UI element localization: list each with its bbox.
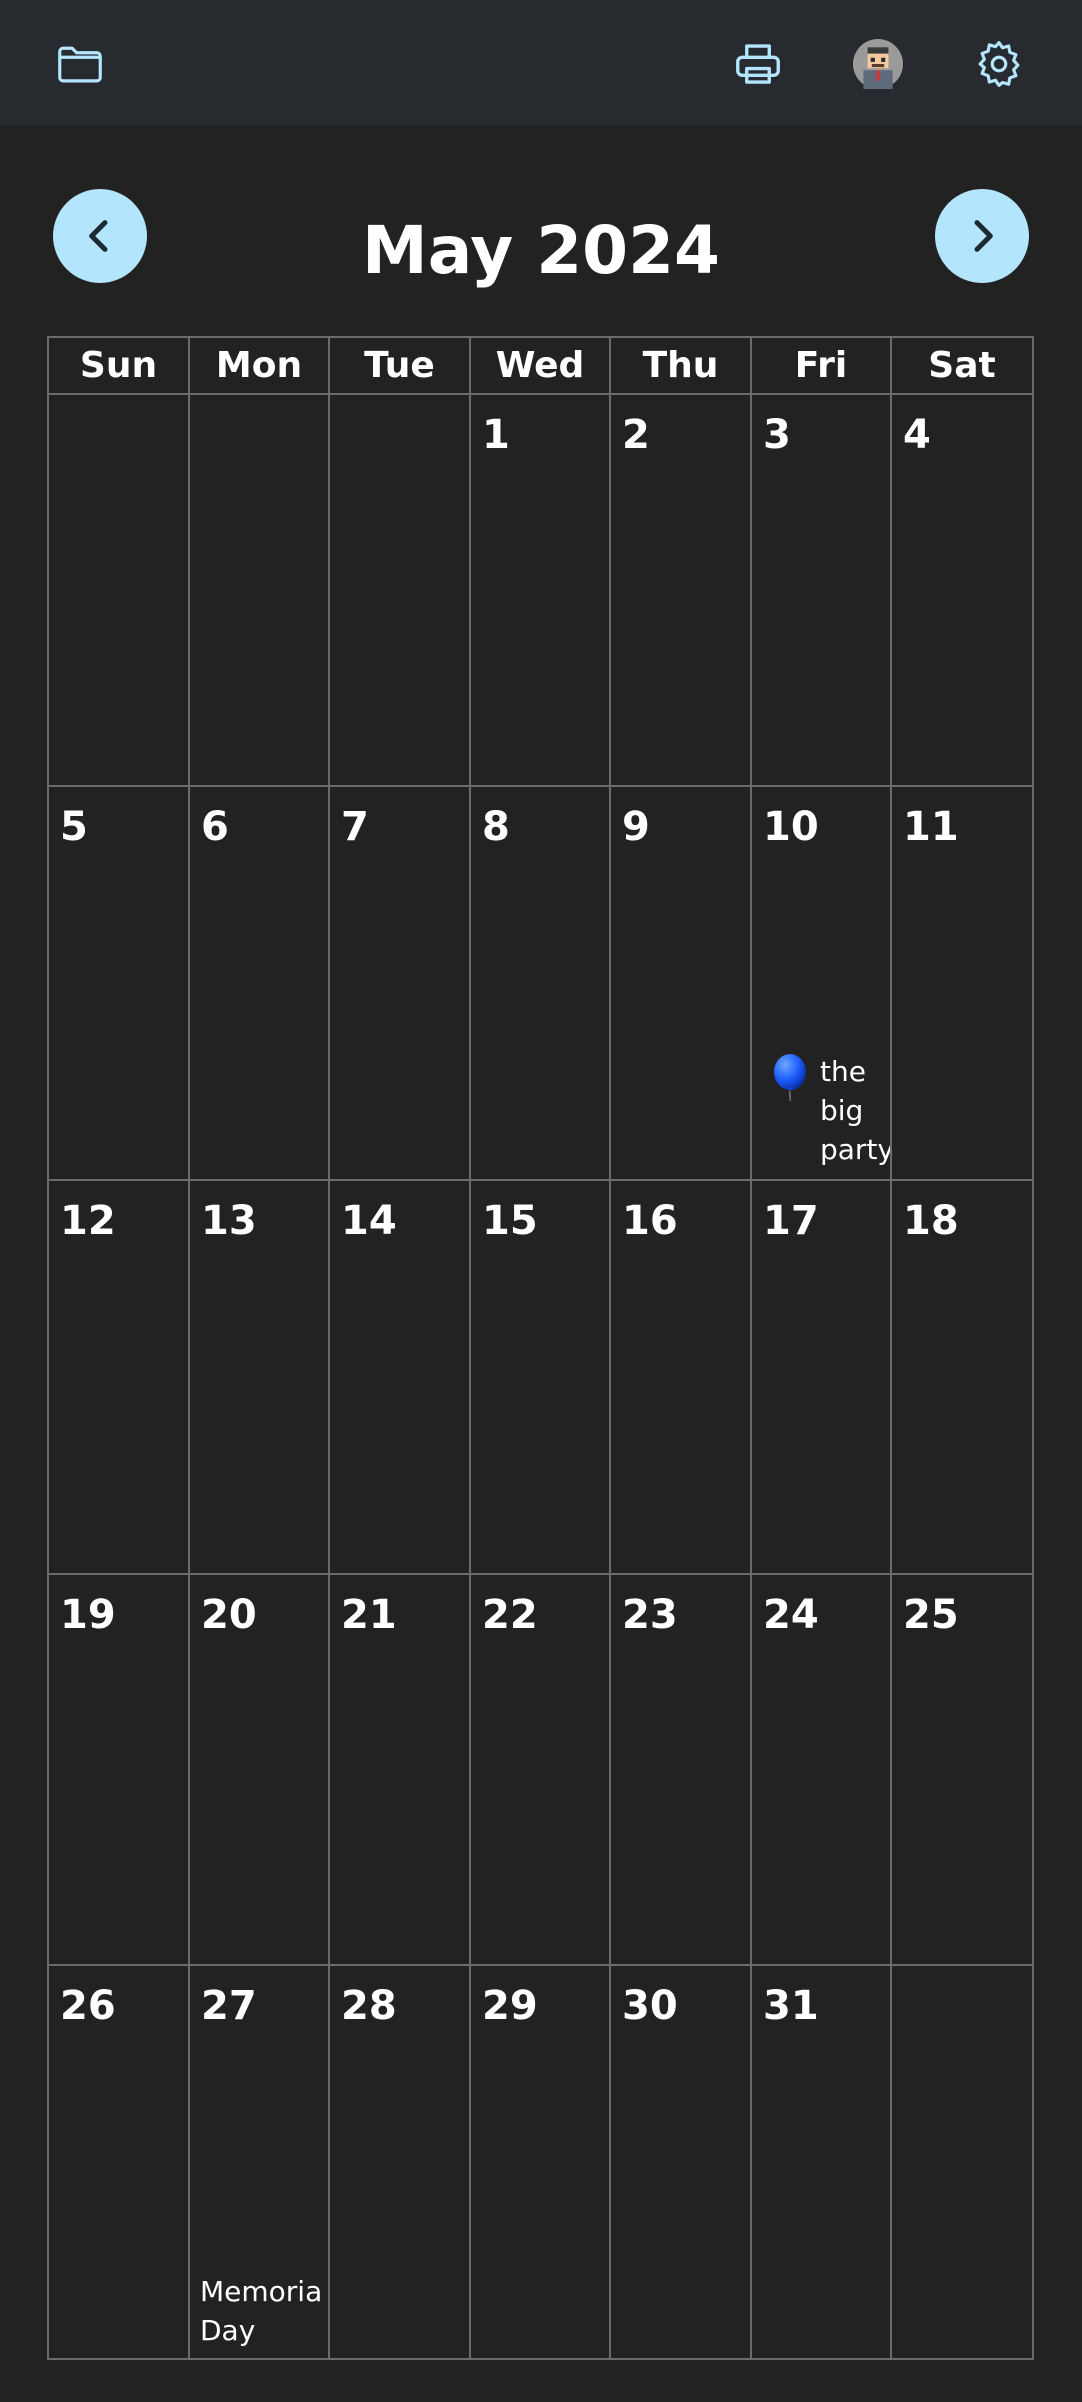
day-cell-11[interactable]: 11: [892, 787, 1032, 1181]
day-number: 23: [622, 1592, 678, 1638]
settings-button[interactable]: [969, 34, 1029, 94]
day-cell-25[interactable]: 25: [892, 1575, 1032, 1966]
day-number: 1: [482, 412, 510, 458]
month-title: May 2024: [362, 212, 720, 289]
day-number: 13: [201, 1198, 257, 1244]
day-cell-2[interactable]: 2: [611, 395, 752, 787]
day-number: 8: [482, 804, 510, 850]
day-cell-9[interactable]: 9: [611, 787, 752, 1181]
holiday-label: Memoria Day: [200, 2275, 323, 2347]
folder-icon: [58, 46, 102, 83]
weekday-header: Wed: [471, 338, 611, 395]
day-number: 5: [60, 804, 88, 850]
day-number: 30: [622, 1983, 678, 2029]
weekday-header: Tue: [330, 338, 471, 395]
day-number: 21: [341, 1592, 397, 1638]
day-cell-23[interactable]: 23: [611, 1575, 752, 1966]
weekday-header: Mon: [190, 338, 330, 395]
balloon-icon: [774, 1054, 806, 1102]
empty-day-cell: [190, 395, 330, 787]
day-number: 31: [763, 1983, 819, 2029]
top-toolbar: [0, 0, 1082, 126]
day-cell-18[interactable]: 18: [892, 1181, 1032, 1575]
day-cell-12[interactable]: 12: [49, 1181, 190, 1575]
day-number: 19: [60, 1592, 116, 1638]
day-cell-20[interactable]: 20: [190, 1575, 330, 1966]
day-cell-17[interactable]: 17: [752, 1181, 892, 1575]
day-cell-10[interactable]: 10 the big party: [752, 787, 892, 1181]
day-cell-5[interactable]: 5: [49, 787, 190, 1181]
folder-button[interactable]: [50, 34, 110, 94]
day-number: 17: [763, 1198, 819, 1244]
day-cell-22[interactable]: 22: [471, 1575, 611, 1966]
printer-icon: [736, 44, 780, 84]
day-number: 11: [903, 804, 959, 850]
day-number: 28: [341, 1983, 397, 2029]
day-cell-13[interactable]: 13: [190, 1181, 330, 1575]
weekday-header: Thu: [611, 338, 752, 395]
avatar: [853, 39, 903, 89]
weekday-header-row: Sun Mon Tue Wed Thu Fri Sat: [49, 338, 1032, 395]
day-number: 12: [60, 1198, 116, 1244]
day-cell-29[interactable]: 29: [471, 1966, 611, 2358]
day-number: 18: [903, 1198, 959, 1244]
gear-icon: [978, 41, 1020, 87]
days-grid: 1 2 3 4 5 6 7 8 9 10 the big party 11 12 13 14 15 16 17 18…: [49, 395, 1032, 2358]
day-number: 24: [763, 1592, 819, 1638]
day-number: 26: [60, 1983, 116, 2029]
day-number: 4: [903, 412, 931, 458]
empty-day-cell: [330, 395, 471, 787]
day-cell-31[interactable]: 31: [752, 1966, 892, 2358]
day-number: 6: [201, 804, 229, 850]
day-cell-19[interactable]: 19: [49, 1575, 190, 1966]
day-cell-3[interactable]: 3: [752, 395, 892, 787]
day-number: 7: [341, 804, 369, 850]
day-number: 2: [622, 412, 650, 458]
day-cell-24[interactable]: 24: [752, 1575, 892, 1966]
weekday-header: Sun: [49, 338, 190, 395]
day-cell-4[interactable]: 4: [892, 395, 1032, 787]
empty-day-cell: [49, 395, 190, 787]
calendar-grid: Sun Mon Tue Wed Thu Fri Sat 1 2 3 4 5 6 7 8 9 10 the big…: [47, 336, 1034, 2360]
day-cell-26[interactable]: 26: [49, 1966, 190, 2358]
day-cell-7[interactable]: 7: [330, 787, 471, 1181]
day-number: 16: [622, 1198, 678, 1244]
day-number: 14: [341, 1198, 397, 1244]
day-cell-14[interactable]: 14: [330, 1181, 471, 1575]
day-cell-1[interactable]: 1: [471, 395, 611, 787]
empty-day-cell: [892, 1966, 1032, 2358]
day-number: 9: [622, 804, 650, 850]
day-cell-8[interactable]: 8: [471, 787, 611, 1181]
day-number: 10: [763, 804, 819, 850]
weekday-header: Sat: [892, 338, 1032, 395]
day-number: 15: [482, 1198, 538, 1244]
day-cell-27[interactable]: 27 Memoria Day: [190, 1966, 330, 2358]
day-number: 25: [903, 1592, 959, 1638]
day-cell-6[interactable]: 6: [190, 787, 330, 1181]
day-number: 3: [763, 412, 791, 458]
day-cell-28[interactable]: 28: [330, 1966, 471, 2358]
day-number: 29: [482, 1983, 538, 2029]
print-button[interactable]: [728, 34, 788, 94]
event-item[interactable]: the big party: [770, 1052, 892, 1169]
day-cell-16[interactable]: 16: [611, 1181, 752, 1575]
day-number: 20: [201, 1592, 257, 1638]
day-cell-15[interactable]: 15: [471, 1181, 611, 1575]
event-title: the big party: [820, 1055, 892, 1166]
day-number: 22: [482, 1592, 538, 1638]
avatar-button[interactable]: [848, 34, 908, 94]
day-number: 27: [201, 1983, 257, 2029]
weekday-header: Fri: [752, 338, 892, 395]
day-cell-21[interactable]: 21: [330, 1575, 471, 1966]
day-cell-30[interactable]: 30: [611, 1966, 752, 2358]
